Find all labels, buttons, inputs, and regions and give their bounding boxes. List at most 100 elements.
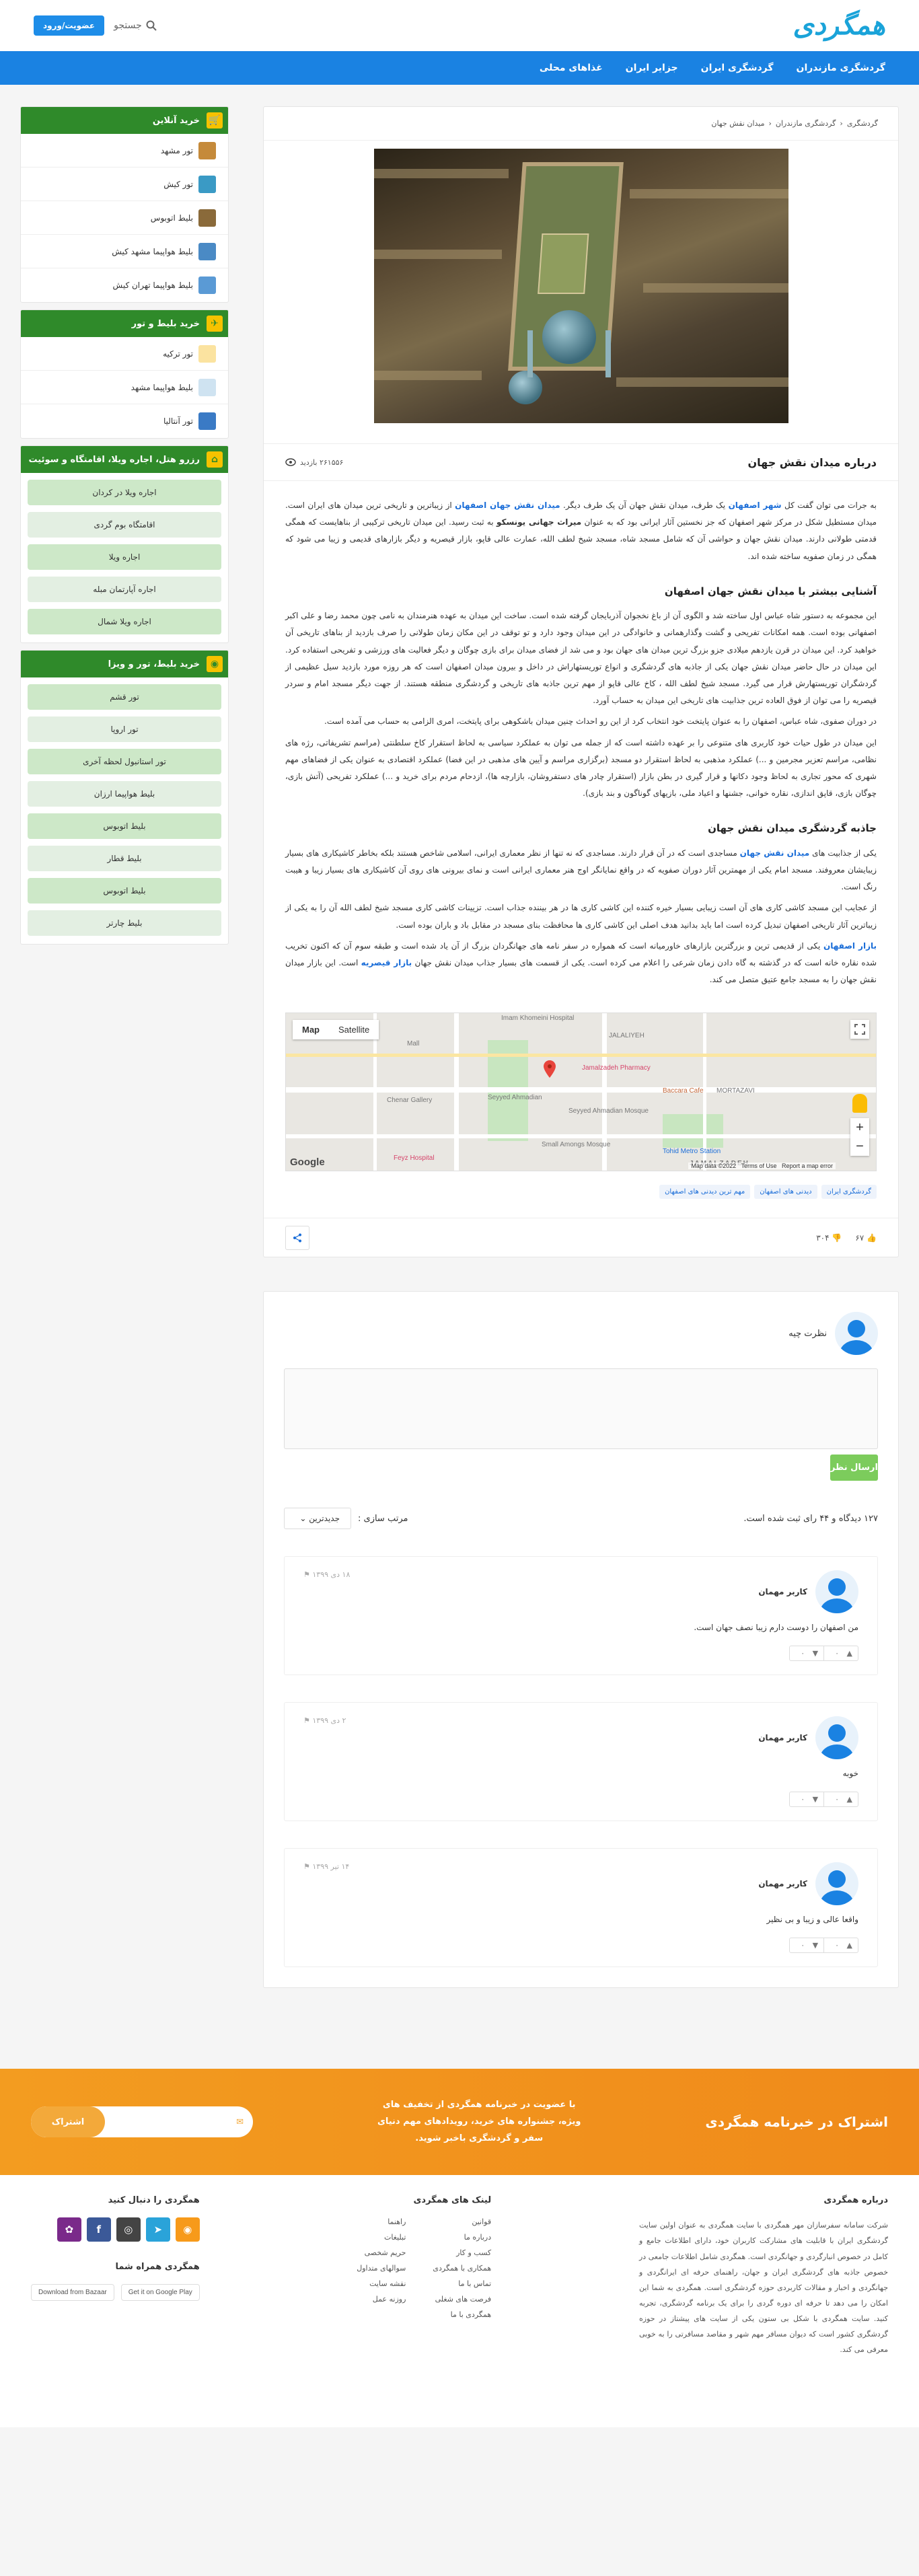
- footer-link[interactable]: حریم شخصی: [348, 2248, 406, 2257]
- google-map[interactable]: Imam Khomeini Hospital JALALIYEH Jamalza…: [285, 1013, 877, 1172]
- flag-icon[interactable]: ⚑: [303, 1570, 310, 1579]
- breadcrumb-item[interactable]: گردشگری مازندران: [776, 119, 836, 128]
- login-button[interactable]: عضویت/ورود: [34, 15, 105, 36]
- sidebar-pill[interactable]: اجاره ویلا در کردان: [28, 480, 221, 505]
- comments-stats: ۱۲۷ دیدگاه و ۴۴ رای ثبت شده است.: [743, 1513, 878, 1524]
- link-naqsh-jahan[interactable]: میدان نقش جهان اصفهان: [455, 501, 560, 510]
- breadcrumb-separator-icon: ‹: [840, 119, 843, 128]
- comment-votes: ▲ ۰ ▼ ۰: [789, 1792, 858, 1808]
- sidebar-item[interactable]: تور ترکیه: [21, 337, 228, 371]
- flag-icon[interactable]: ⚑: [303, 1716, 310, 1725]
- sidebar-pill[interactable]: اقامتگاه بوم گردی: [28, 512, 221, 538]
- search-link[interactable]: جستجو: [114, 20, 157, 31]
- google-play-badge[interactable]: Get it on Google Play: [120, 2284, 200, 2302]
- bazaar-badge[interactable]: Download from Bazaar: [31, 2284, 114, 2302]
- sidebar-item[interactable]: تور کیش: [21, 168, 228, 201]
- nav-item-islands[interactable]: جزایر ایران: [626, 63, 678, 73]
- footer-link[interactable]: نقشه سایت: [348, 2279, 406, 2288]
- footer-link[interactable]: همگردی با ما: [433, 2310, 491, 2319]
- section-heading: آشنایی بیشتر با میدان نقش جهان اصفهان: [664, 585, 877, 597]
- footer-link[interactable]: قوانین: [433, 2217, 491, 2226]
- comment-upvote[interactable]: ▲ ۰: [824, 1938, 858, 1952]
- nav-item-mazandaran[interactable]: گردشگری مازندران: [797, 63, 886, 73]
- sidebar-pill[interactable]: بلیط قطار: [28, 846, 221, 871]
- thumb-down-icon: 👎: [832, 1232, 842, 1243]
- newsletter-subscribe-button[interactable]: اشتراک: [31, 2106, 105, 2138]
- link-qeysarieh-bazaar[interactable]: بازار قیصریه: [361, 958, 412, 967]
- tag-item[interactable]: گردشگری ایران: [821, 1185, 877, 1200]
- hero-image-naqsh-jahan: [373, 149, 788, 423]
- comment-text: واقعا عالی و زیبا و بی نظیر: [766, 1915, 858, 1925]
- facebook-icon[interactable]: f: [86, 2217, 111, 2242]
- sidebar-item[interactable]: بلیط اتوبوس: [21, 201, 228, 235]
- sidebar-pill[interactable]: اجاره ویلا شمال: [28, 609, 221, 634]
- footer-link[interactable]: سوالهای متداول: [348, 2264, 406, 2273]
- footer-link[interactable]: درباره ما: [433, 2233, 491, 2242]
- nav-item-local-food[interactable]: غذاهای محلی: [540, 63, 603, 73]
- street-view-pegman-icon[interactable]: [852, 1094, 867, 1113]
- instagram-icon[interactable]: ◎: [116, 2217, 141, 2242]
- footer-link[interactable]: تماس با ما: [433, 2279, 491, 2288]
- comments-section: نظرت چیه ارسال نظر ۱۲۷ دیدگاه و ۴۴ رای ث…: [263, 1291, 899, 1989]
- submit-comment-button[interactable]: ارسال نظر: [830, 1455, 878, 1481]
- aparat-icon[interactable]: ✿: [57, 2217, 81, 2242]
- comment-downvote[interactable]: ▼ ۰: [790, 1792, 825, 1807]
- sidebar-pill[interactable]: اجاره آپارتمان مبله: [28, 577, 221, 602]
- newsletter-email-input[interactable]: ✉: [105, 2106, 253, 2137]
- map-terms-link[interactable]: Terms of Use: [741, 1163, 776, 1169]
- sidebar-pill[interactable]: بلیط هواپیما ارزان: [28, 781, 221, 807]
- like-button[interactable]: 👍 ۶۷: [855, 1233, 877, 1243]
- sidebar-pill[interactable]: بلیط چارتر: [28, 910, 221, 936]
- sidebar-pill[interactable]: بلیط اتوبوس: [28, 813, 221, 839]
- article-paragraph: بازار اصفهان یکی از قدیمی ترین و بزرگتری…: [285, 941, 877, 985]
- sidebar-pill[interactable]: تور اروپا: [28, 716, 221, 742]
- dislike-button[interactable]: 👎 ۳۰۴: [816, 1233, 842, 1243]
- sidebar-item[interactable]: بلیط هواپیما مشهد: [21, 371, 228, 404]
- share-button[interactable]: [285, 1225, 309, 1250]
- link-isfahan-bazaar[interactable]: بازار اصفهان: [823, 941, 877, 951]
- link-isfahan[interactable]: شهر اصفهان: [729, 501, 782, 510]
- map-pin-icon[interactable]: [544, 1060, 556, 1078]
- sidebar-item[interactable]: تور آنتالیا: [21, 404, 228, 438]
- comment-upvote[interactable]: ▲ ۰: [824, 1646, 858, 1660]
- comment-upvote[interactable]: ▲ ۰: [824, 1792, 858, 1806]
- comment-textarea[interactable]: [284, 1368, 878, 1450]
- sort-control: مرتب سازی : جدیدترین ⌄: [284, 1508, 408, 1530]
- zoom-in-button[interactable]: +: [850, 1118, 869, 1137]
- sidebar-item[interactable]: بلیط هواپیما مشهد کیش: [21, 235, 228, 268]
- sidebar-pill[interactable]: اجاره ویلا: [28, 544, 221, 570]
- article-body: به جرات می توان گفت کل شهر اصفهان یک طرف…: [264, 481, 898, 999]
- comment-item: کاربر مهمان ۱۸ دی ۱۳۹۹ ⚑ من اصفهان را دو…: [284, 1556, 878, 1676]
- footer-link[interactable]: فرصت های شغلی: [433, 2295, 492, 2304]
- breadcrumb-item[interactable]: گردشگری: [847, 119, 878, 128]
- footer-link[interactable]: کسب و کار: [433, 2248, 491, 2257]
- main-nav: گردشگری مازندران گردشگری ایران جزایر ایر…: [0, 51, 919, 85]
- logo[interactable]: همگردی: [793, 10, 886, 41]
- zoom-out-button[interactable]: −: [850, 1137, 869, 1156]
- breadcrumb: گردشگری ‹ گردشگری مازندران ‹ میدان نقش ج…: [264, 107, 898, 141]
- sidebar-item[interactable]: تور مشهد: [21, 134, 228, 168]
- sidebar-pill[interactable]: تور استانبول لحظه آخری: [28, 749, 221, 774]
- telegram-icon[interactable]: ➤: [145, 2217, 170, 2242]
- rss-icon[interactable]: ◉: [175, 2217, 200, 2242]
- comment-downvote[interactable]: ▼ ۰: [790, 1938, 825, 1953]
- page-container: گردشگری ‹ گردشگری مازندران ‹ میدان نقش ج…: [0, 106, 919, 1989]
- footer-link[interactable]: راهنما: [348, 2217, 406, 2226]
- footer-link[interactable]: روزنه عمل: [348, 2295, 406, 2304]
- fullscreen-button[interactable]: [850, 1020, 869, 1039]
- nav-item-iran[interactable]: گردشگری ایران: [701, 63, 774, 73]
- map-tab-satellite[interactable]: Satellite: [329, 1020, 379, 1039]
- comment-downvote[interactable]: ▼ ۰: [790, 1646, 825, 1661]
- sidebar-pill[interactable]: بلیط اتوبوس: [28, 878, 221, 904]
- link-naqsh-jahan-2[interactable]: میدان نقش جهان: [740, 848, 810, 858]
- tag-item[interactable]: مهم ترین دیدنی های اصفهان: [659, 1185, 751, 1200]
- footer-link[interactable]: تبلیغات: [348, 2233, 406, 2242]
- sort-select[interactable]: جدیدترین ⌄: [284, 1508, 351, 1530]
- sidebar-pill[interactable]: تور قشم: [28, 684, 221, 710]
- footer-link[interactable]: همکاری با همگردی: [433, 2264, 491, 2273]
- sidebar-item[interactable]: بلیط هواپیما تهران کیش: [21, 268, 228, 302]
- map-tab-map[interactable]: Map: [293, 1020, 329, 1039]
- map-report-link[interactable]: Report a map error: [782, 1163, 833, 1169]
- flag-icon[interactable]: ⚑: [303, 1862, 310, 1871]
- tag-item[interactable]: دیدنی های اصفهان: [754, 1185, 817, 1200]
